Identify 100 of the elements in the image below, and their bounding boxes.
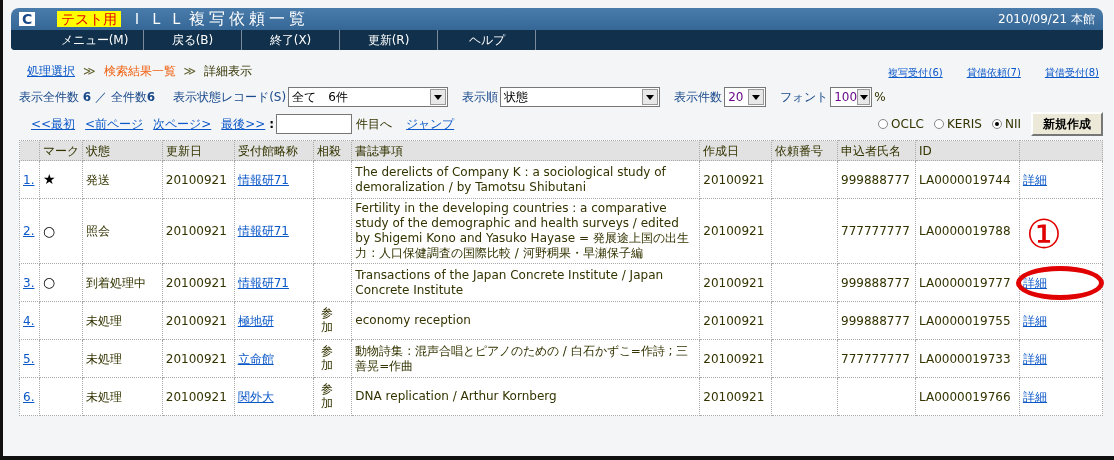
date-text: 20100921 bbox=[703, 172, 765, 187]
jump-link[interactable]: ジャンプ bbox=[406, 115, 455, 133]
status-text: 未処理 bbox=[85, 351, 122, 366]
library-link[interactable]: 関外大 bbox=[237, 389, 274, 404]
column-header: 書誌事項 bbox=[351, 140, 700, 161]
radio-label: NII bbox=[1004, 116, 1021, 133]
quick-link[interactable]: 貸借依頼(7) bbox=[966, 65, 1021, 80]
library-link[interactable]: 立命館 bbox=[237, 351, 274, 366]
pager-link[interactable]: 次ページ> bbox=[153, 115, 212, 133]
detail-link[interactable]: 詳細 bbox=[1022, 172, 1047, 187]
status-text: 発送 bbox=[85, 172, 110, 187]
filter-label: 表示順 bbox=[462, 89, 499, 106]
id-text: LA0000019788 bbox=[919, 224, 1011, 238]
applicant-text: 999888777 bbox=[841, 275, 910, 290]
date-text: 20100921 bbox=[703, 351, 765, 366]
date-text: 20100921 bbox=[703, 313, 765, 328]
column-header: 申込者氏名 bbox=[837, 140, 916, 161]
column-header: 相殺 bbox=[313, 140, 352, 161]
column-header: マーク bbox=[39, 140, 83, 161]
column-header: ID bbox=[915, 140, 1020, 161]
window-title: ＩＬＬ複写依頼一覧 bbox=[129, 8, 310, 30]
page-number-field[interactable] bbox=[276, 114, 353, 134]
id-text: LA0000019755 bbox=[919, 313, 1011, 328]
breadcrumb-separator: ≫ bbox=[83, 63, 96, 80]
menu-item[interactable]: メニュー(M) bbox=[46, 30, 144, 50]
pager-link[interactable]: <前ページ bbox=[85, 115, 144, 133]
breadcrumb-separator: ≫ bbox=[183, 63, 197, 80]
offset-text: 参加 bbox=[321, 383, 334, 410]
pager-link[interactable]: <<最初 bbox=[31, 115, 76, 133]
applicant-text: 999888777 bbox=[841, 172, 910, 187]
annotation-number: ① bbox=[1025, 214, 1062, 254]
date-location: 2010/09/21 本館 bbox=[998, 11, 1095, 28]
percent-label: % bbox=[874, 89, 886, 106]
date-text: 20100921 bbox=[165, 389, 227, 404]
radio-button[interactable] bbox=[878, 119, 889, 129]
radio-label: OCLC bbox=[891, 116, 924, 133]
id-text: LA0000019766 bbox=[919, 389, 1011, 404]
bibliographic-text: DNA replication / Arthur Kornberg bbox=[355, 389, 558, 404]
column-header: 依頼番号 bbox=[771, 140, 838, 161]
bibliographic-text: The derelicts of Company K : a sociological study of demoralization / by Tamotsu Shibutani bbox=[355, 164, 667, 195]
applicant-text: 999888777 bbox=[841, 313, 910, 328]
offset-text: 参加 bbox=[321, 345, 334, 372]
status-text: 照会 bbox=[85, 224, 110, 238]
bibliographic-text: 動物詩集 : 混声合唱とピアノのための / 白石かずこ=作詩 ; 三善晃=作曲 bbox=[355, 343, 690, 374]
detail-link[interactable]: 詳細 bbox=[1022, 351, 1047, 366]
status-text: 未処理 bbox=[85, 313, 122, 328]
bibliographic-text: economy reception bbox=[355, 313, 472, 328]
menu-item[interactable]: 終了(X) bbox=[242, 30, 340, 50]
menu-item[interactable]: ヘルプ bbox=[438, 30, 536, 50]
breadcrumb-current: 検索結果一覧 bbox=[103, 63, 176, 80]
date-text: 20100921 bbox=[165, 172, 227, 187]
new-button[interactable]: 新規作成 bbox=[1031, 112, 1103, 136]
filter-label: フォント bbox=[780, 89, 829, 106]
mark-symbol: ★ bbox=[42, 171, 56, 187]
breadcrumb-link[interactable]: 処理選択 bbox=[27, 62, 75, 80]
quick-link[interactable]: 貸借受付(8) bbox=[1044, 65, 1099, 80]
dropdown-field[interactable]: 20 bbox=[724, 87, 767, 107]
menu-item[interactable]: 戻る(B) bbox=[144, 30, 242, 50]
quick-link[interactable]: 複写受付(6) bbox=[888, 65, 943, 80]
column-header: 受付館略称 bbox=[234, 140, 314, 161]
library-link[interactable]: 情報研71 bbox=[237, 224, 289, 238]
page-suffix-label: 件目へ bbox=[356, 116, 393, 133]
record-count: 表示全件数 6 ／ 全件数6 bbox=[19, 89, 156, 106]
date-text: 20100921 bbox=[703, 389, 765, 404]
detail-link[interactable]: 詳細 bbox=[1022, 389, 1047, 404]
id-text: LA0000019744 bbox=[919, 172, 1011, 187]
test-badge: テスト用 bbox=[57, 11, 122, 27]
applicant-text: 777777777 bbox=[841, 224, 910, 238]
radio-button[interactable] bbox=[934, 119, 944, 129]
dropdown-field[interactable]: 状態 bbox=[500, 87, 661, 107]
status-text: 未処理 bbox=[85, 389, 122, 404]
radio-label: KERIS bbox=[947, 116, 982, 133]
applicant-text: 777777777 bbox=[841, 351, 910, 366]
detail-link[interactable]: 詳細 bbox=[1022, 275, 1047, 290]
column-header: 更新日 bbox=[162, 140, 235, 161]
menu-item[interactable]: 更新(R) bbox=[340, 30, 438, 50]
dropdown-field[interactable]: 全て 6件 bbox=[288, 87, 449, 107]
mark-symbol: ○ bbox=[42, 274, 56, 290]
column-header: 状態 bbox=[82, 140, 163, 161]
colon-label: : bbox=[269, 116, 275, 133]
column-header: 作成日 bbox=[699, 140, 772, 161]
id-text: LA0000019777 bbox=[919, 275, 1011, 290]
library-link[interactable]: 極地研 bbox=[237, 313, 274, 328]
mark-symbol: ○ bbox=[42, 222, 56, 239]
detail-link[interactable]: 詳細 bbox=[1022, 313, 1047, 328]
filter-label: 表示状態レコード(S) bbox=[173, 89, 287, 106]
breadcrumb-text: 詳細表示 bbox=[204, 63, 253, 80]
date-text: 20100921 bbox=[165, 224, 227, 238]
bibliographic-text: Fertility in the developing countries : a comparative study of the demographic and health surveys / edited by Shigemi Kono and Yasuko Hayase = 発展途上国の出生力 : 人口保健調査の国際比較 / 河野稠果・早瀬保子編 bbox=[355, 201, 690, 261]
row-number-link[interactable]: 2. bbox=[23, 224, 35, 238]
bibliographic-text: Transactions of the Japan Concrete Institute / Japan Concrete Institute bbox=[355, 267, 665, 298]
dropdown-field[interactable]: 100 bbox=[830, 87, 873, 107]
pager-link[interactable]: 最後>> bbox=[221, 115, 266, 133]
app-logo: C bbox=[19, 12, 36, 26]
date-text: 20100921 bbox=[165, 313, 227, 328]
radio-button[interactable] bbox=[991, 119, 1002, 129]
date-text: 20100921 bbox=[703, 224, 765, 238]
id-text: LA0000019733 bbox=[919, 351, 1011, 366]
offset-text: 参加 bbox=[321, 307, 334, 334]
date-text: 20100921 bbox=[703, 275, 765, 290]
